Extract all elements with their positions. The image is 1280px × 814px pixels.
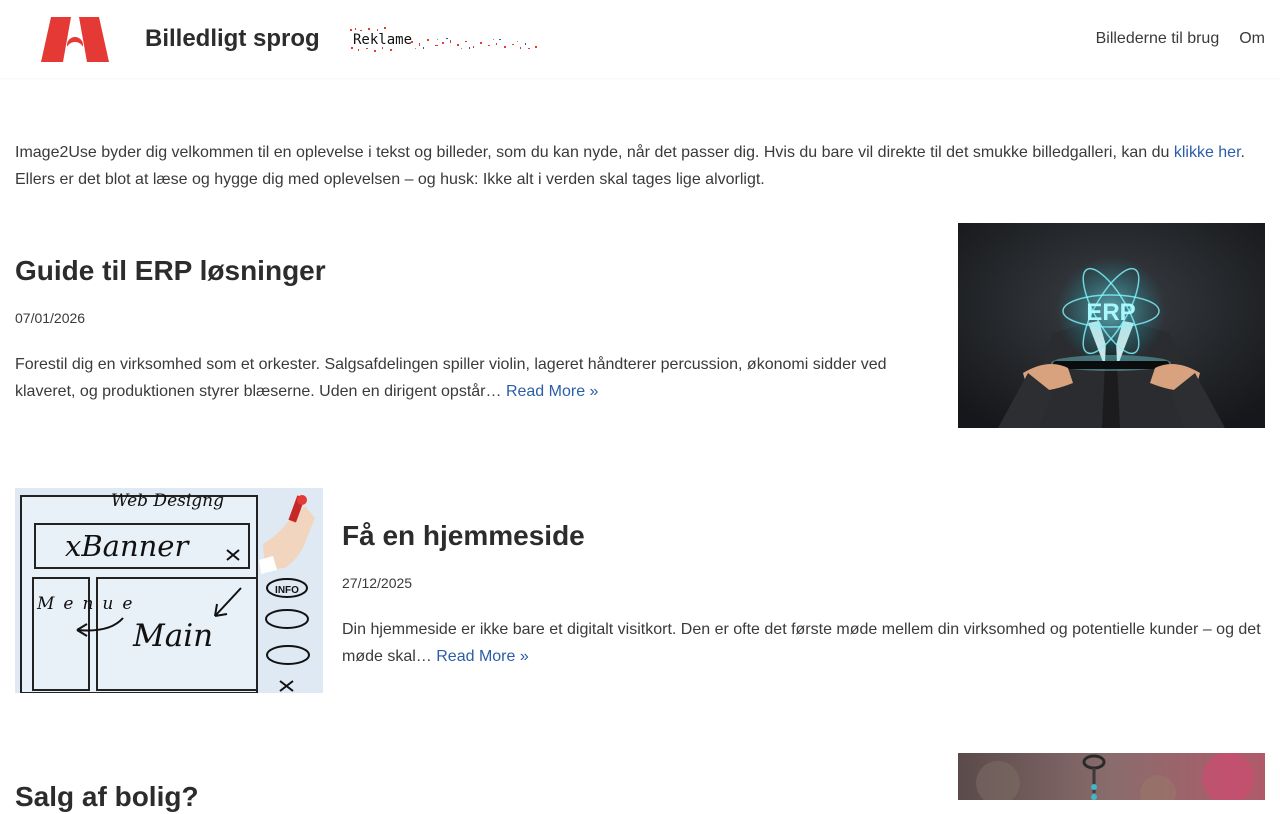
webdesign-title: Web Designg bbox=[111, 491, 224, 511]
site-header: Billedligt sprog Reklame Billederne til … bbox=[0, 0, 1280, 78]
post-title[interactable]: Få en hjemmeside bbox=[342, 519, 1267, 553]
read-more-link[interactable]: Read More » bbox=[506, 383, 599, 400]
read-more-link[interactable]: Read More » bbox=[436, 648, 529, 665]
erp-image-label: ERP bbox=[1086, 299, 1135, 326]
webdesign-image: Web Designg xBanner Menue Main INFO bbox=[15, 488, 323, 693]
webdesign-main: Main bbox=[132, 618, 213, 654]
webdesign-menue: Menue bbox=[36, 594, 141, 614]
ad-badge[interactable]: Reklame bbox=[349, 27, 544, 54]
post-hjemmeside: Få en hjemmeside 27/12/2025 Din hjemmesi… bbox=[342, 519, 1267, 670]
gallery-link[interactable]: klikke her bbox=[1174, 144, 1241, 161]
post-excerpt: Din hjemmeside er ikke bare et digitalt … bbox=[342, 616, 1267, 670]
webdesign-banner: xBanner bbox=[65, 529, 190, 563]
post-thumbnail-webdesign[interactable]: Web Designg xBanner Menue Main INFO bbox=[15, 488, 323, 693]
nav-link-billederne[interactable]: Billederne til brug bbox=[1096, 30, 1220, 48]
post-thumbnail-bolig[interactable] bbox=[958, 753, 1265, 800]
main-nav: Billederne til brug Om bbox=[1096, 30, 1265, 48]
post-date[interactable]: 07/01/2026 bbox=[15, 309, 915, 327]
post-thumbnail-erp[interactable]: ERP bbox=[958, 223, 1265, 428]
post-title[interactable]: Guide til ERP løsninger bbox=[15, 254, 915, 288]
site-logo-icon[interactable] bbox=[41, 17, 109, 62]
bolig-image bbox=[958, 753, 1265, 800]
webdesign-info: INFO bbox=[275, 585, 299, 596]
post-salg-af-bolig: Salg af bolig? bbox=[15, 780, 915, 814]
intro-paragraph: Image2Use byder dig velkommen til en opl… bbox=[15, 139, 1265, 193]
post-erp: Guide til ERP løsninger 07/01/2026 Fores… bbox=[15, 254, 915, 405]
post-excerpt-text: Forestil dig en virksomhed som et orkest… bbox=[15, 356, 887, 400]
ad-label: Reklame bbox=[353, 32, 413, 48]
post-title[interactable]: Salg af bolig? bbox=[15, 780, 915, 814]
post-excerpt: Forestil dig en virksomhed som et orkest… bbox=[15, 351, 915, 405]
erp-image: ERP bbox=[958, 223, 1265, 428]
post-date[interactable]: 27/12/2025 bbox=[342, 574, 1267, 592]
intro-text: Image2Use byder dig velkommen til en opl… bbox=[15, 144, 1174, 161]
site-title[interactable]: Billedligt sprog bbox=[145, 24, 320, 54]
nav-link-om[interactable]: Om bbox=[1239, 30, 1265, 48]
